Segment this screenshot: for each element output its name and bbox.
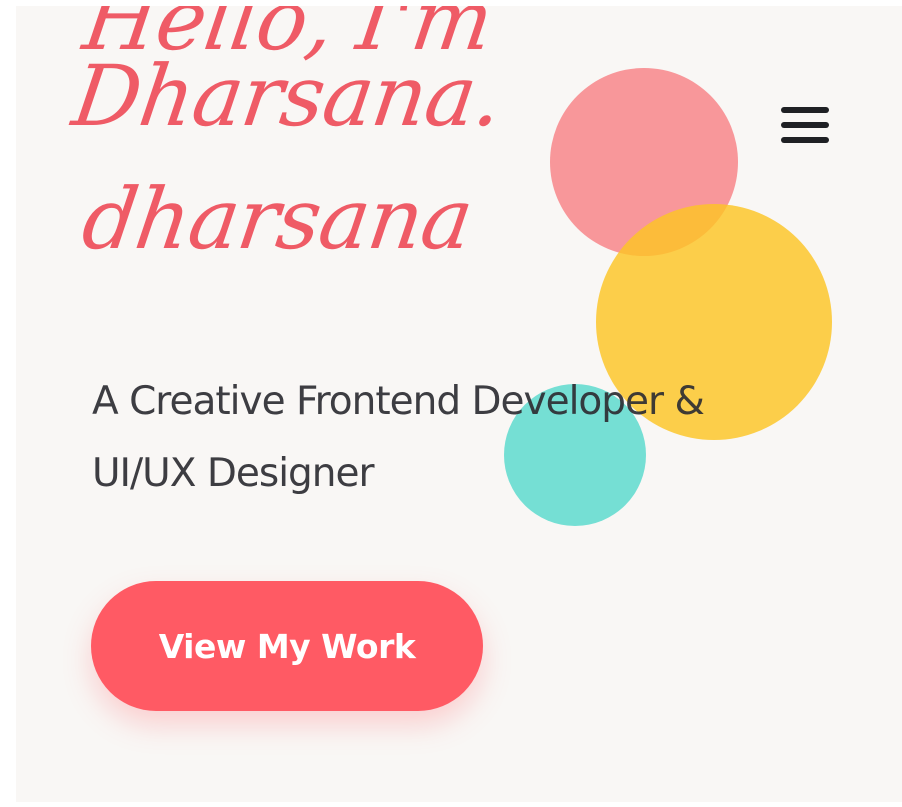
menu-bar-bottom [781,137,829,143]
menu-bar-top [781,107,829,113]
menu-bar-middle [781,122,829,128]
hero-greeting: Hello, I'm Dharsana. [67,6,508,145]
hero-name-script: dharsana [76,170,479,268]
hamburger-menu-icon[interactable] [770,90,840,160]
hero-section: Hello, I'm Dharsana. dharsana A Creative… [16,6,902,802]
hero-subtitle: A Creative Frontend Developer & UI/UX De… [92,379,705,496]
view-my-work-button[interactable]: View My Work [91,581,483,711]
